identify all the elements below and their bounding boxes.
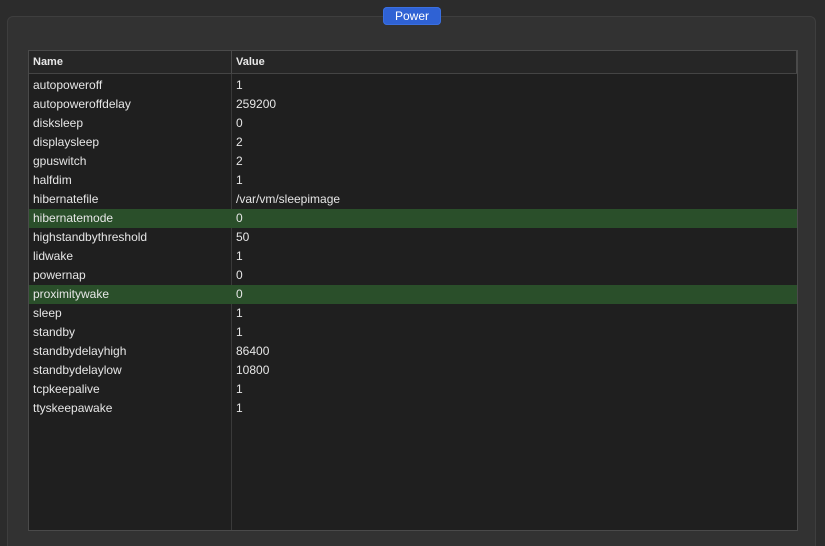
row-value-cell: 1 bbox=[236, 382, 243, 396]
row-value-cell: 259200 bbox=[236, 97, 277, 111]
row-value-cell: 0 bbox=[236, 287, 243, 301]
table-row[interactable]: standby 1 bbox=[29, 323, 797, 342]
row-name-cell: tcpkeepalive bbox=[33, 382, 100, 396]
row-name-cell: highstandbythreshold bbox=[33, 230, 148, 244]
row-name-cell: standbydelaylow bbox=[33, 363, 122, 377]
table-row[interactable]: lidwake 1 bbox=[29, 247, 797, 266]
table-row[interactable]: proximitywake 0 bbox=[29, 285, 797, 304]
row-value-cell: 1 bbox=[236, 173, 243, 187]
row-value-cell: 1 bbox=[236, 306, 243, 320]
power-settings-table: Name Value autopoweroff 1 autopoweroffdela… bbox=[28, 50, 798, 531]
row-name-cell: hibernatemode bbox=[33, 211, 114, 225]
row-value-cell: 86400 bbox=[236, 344, 270, 358]
row-value-cell: 1 bbox=[236, 401, 243, 415]
power-settings-window: Power Name Value autopoweroff 1 autopowero… bbox=[0, 0, 825, 546]
table-body: autopoweroff 1 autopoweroffdelay 259200 disk… bbox=[29, 76, 797, 418]
table-row[interactable]: powernap 0 bbox=[29, 266, 797, 285]
table-row[interactable]: displaysleep 2 bbox=[29, 133, 797, 152]
row-name-cell: gpuswitch bbox=[33, 154, 87, 168]
table-row[interactable]: autopoweroffdelay 259200 bbox=[29, 95, 797, 114]
row-name-cell: autopoweroff bbox=[33, 78, 103, 92]
column-divider[interactable] bbox=[231, 51, 232, 73]
row-value-cell: 50 bbox=[236, 230, 250, 244]
row-name-cell: hibernatefile bbox=[33, 192, 99, 206]
row-name-cell: standbydelayhigh bbox=[33, 344, 127, 358]
row-value-cell: 1 bbox=[236, 78, 243, 92]
table-row[interactable]: standbydelayhigh 86400 bbox=[29, 342, 797, 361]
row-name-cell: halfdim bbox=[33, 173, 72, 187]
table-row[interactable]: autopoweroff 1 bbox=[29, 76, 797, 95]
row-value-cell: 10800 bbox=[236, 363, 270, 377]
table-row[interactable]: tcpkeepalive 1 bbox=[29, 380, 797, 399]
table-row[interactable]: hibernatefile/var/vm/sleepimage bbox=[29, 190, 797, 209]
column-divider-end bbox=[796, 51, 797, 73]
row-name-cell: ttyskeepawake bbox=[33, 401, 113, 415]
row-name-cell: sleep bbox=[33, 306, 62, 320]
row-value-cell: 1 bbox=[236, 249, 243, 263]
row-value-cell: 1 bbox=[236, 325, 243, 339]
row-name-cell: powernap bbox=[33, 268, 86, 282]
table-row[interactable]: ttyskeepawake 1 bbox=[29, 399, 797, 418]
table-row[interactable]: halfdim 1 bbox=[29, 171, 797, 190]
table-row[interactable]: disksleep 0 bbox=[29, 114, 797, 133]
row-name-cell: displaysleep bbox=[33, 135, 100, 149]
column-header-value[interactable]: Value bbox=[236, 51, 265, 73]
table-row[interactable]: standbydelaylow 10800 bbox=[29, 361, 797, 380]
table-row[interactable]: gpuswitch 2 bbox=[29, 152, 797, 171]
table-header: Name Value bbox=[29, 51, 797, 74]
row-value-cell: 2 bbox=[236, 154, 243, 168]
row-name-cell: lidwake bbox=[33, 249, 74, 263]
row-name-cell: proximitywake bbox=[33, 287, 110, 301]
table-row[interactable]: hibernatemode 0 bbox=[29, 209, 797, 228]
column-header-name[interactable]: Name bbox=[33, 51, 63, 73]
row-value-cell: /var/vm/sleepimage bbox=[236, 192, 341, 206]
table-row[interactable]: sleep 1 bbox=[29, 304, 797, 323]
row-name-cell: disksleep bbox=[33, 116, 84, 130]
row-value-cell: 0 bbox=[236, 211, 243, 225]
power-tab[interactable]: Power bbox=[383, 7, 441, 25]
row-name-cell: standby bbox=[33, 325, 76, 339]
row-value-cell: 2 bbox=[236, 135, 243, 149]
row-value-cell: 0 bbox=[236, 116, 243, 130]
row-value-cell: 0 bbox=[236, 268, 243, 282]
table-row[interactable]: highstandbythreshold 50 bbox=[29, 228, 797, 247]
row-name-cell: autopoweroffdelay bbox=[33, 97, 131, 111]
